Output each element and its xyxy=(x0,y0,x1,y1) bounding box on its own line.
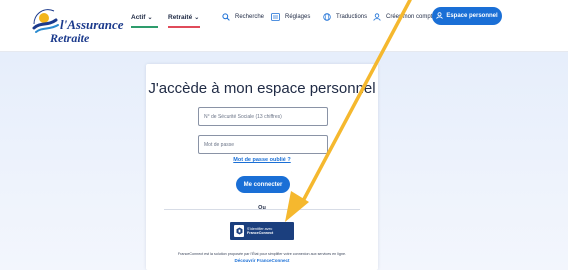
settings-icon xyxy=(271,13,280,22)
secu-number-placeholder: N° de Sécurité Sociale (13 chiffres) xyxy=(204,113,282,120)
nav-actif-underline xyxy=(131,26,158,28)
nav-actif-label: Actif xyxy=(131,13,146,21)
nav-reglages-label: Réglages xyxy=(285,14,311,20)
discover-franceconnect-link[interactable]: Découvrir FranceConnect xyxy=(148,258,376,263)
password-input[interactable]: Mot de passe xyxy=(198,135,328,154)
nav-retraite[interactable]: Retraité ⌄ xyxy=(168,10,199,24)
page-title: J'accède à mon espace personnel xyxy=(148,80,376,97)
franceconnect-line2: FranceConnect xyxy=(247,231,274,235)
chevron-down-icon: ⌄ xyxy=(194,14,200,21)
nav-actif[interactable]: Actif ⌄ xyxy=(131,10,152,24)
forgot-password-link[interactable]: Mot de passe oublié ? xyxy=(146,157,378,163)
separator-label: Ou xyxy=(258,205,266,211)
nav-traductions-label: Traductions xyxy=(336,14,368,20)
assurance-retraite-logo[interactable]: l'Assurance Retraite xyxy=(28,4,128,46)
user-icon xyxy=(372,13,381,22)
globe-icon xyxy=(322,13,331,22)
nav-retraite-label: Retraité xyxy=(168,13,193,21)
nav-recherche-label: Recherche xyxy=(235,14,265,20)
user-icon xyxy=(436,11,444,21)
nav-creer-compte[interactable]: Créer mon compte xyxy=(372,10,436,24)
espace-personnel-button[interactable]: Espace personnel xyxy=(432,7,502,25)
nav-creer-compte-label: Créer mon compte xyxy=(386,14,436,20)
espace-personnel-label: Espace personnel xyxy=(446,13,498,19)
nav-traductions[interactable]: Traductions xyxy=(322,10,367,24)
logo-text-line2: Retraite xyxy=(50,31,90,45)
nav-recherche[interactable]: Recherche xyxy=(221,10,264,24)
franceconnect-button[interactable]: S'identifier avec FranceConnect xyxy=(230,222,294,240)
franceconnect-logo-icon xyxy=(234,225,244,237)
nav-reglages[interactable]: Réglages xyxy=(271,10,310,24)
secu-number-input[interactable]: N° de Sécurité Sociale (13 chiffres) xyxy=(198,107,328,126)
password-placeholder: Mot de passe xyxy=(204,141,235,148)
franceconnect-note: FranceConnect est la solution proposée p… xyxy=(177,252,347,256)
site-header: l'Assurance Retraite Actif ⌄ Retraité ⌄ … xyxy=(0,0,568,52)
nav-retraite-underline xyxy=(168,26,200,28)
search-icon xyxy=(221,13,230,22)
connect-button[interactable]: Me connecter xyxy=(236,176,290,193)
chevron-down-icon: ⌄ xyxy=(147,14,153,21)
